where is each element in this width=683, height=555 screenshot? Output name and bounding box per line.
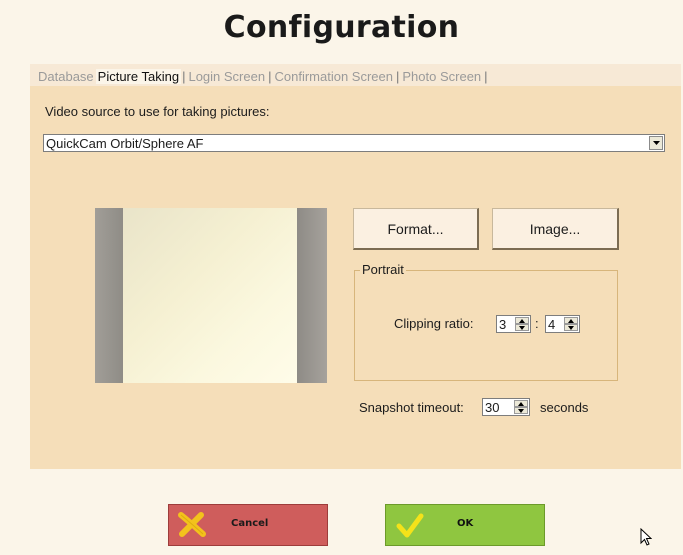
video-source-value: QuickCam Orbit/Sphere AF <box>46 136 204 151</box>
tab-login-screen[interactable]: Login Screen <box>186 69 267 84</box>
ok-label: OK <box>457 518 474 529</box>
snapshot-timeout-label: Snapshot timeout: <box>359 400 464 415</box>
spinner-arrows[interactable] <box>514 400 528 414</box>
snapshot-timeout-value: 30 <box>485 400 500 415</box>
tab-separator: | <box>484 68 488 84</box>
clipping-ratio-height-value: 4 <box>548 317 556 332</box>
preview-right-margin <box>297 208 327 383</box>
spinner-arrows[interactable] <box>515 317 529 331</box>
spin-down-icon[interactable] <box>514 407 528 414</box>
page-title: Configuration <box>223 10 460 45</box>
check-icon <box>396 513 424 542</box>
spin-down-icon[interactable] <box>564 324 578 331</box>
cancel-label: Cancel <box>231 518 269 529</box>
format-button[interactable]: Format... <box>353 208 479 250</box>
tab-confirmation-screen[interactable]: Confirmation Screen <box>272 69 395 84</box>
tab-photo-screen[interactable]: Photo Screen <box>400 69 483 84</box>
spin-up-icon[interactable] <box>564 317 578 324</box>
cancel-button[interactable]: Cancel <box>168 504 328 546</box>
preview-left-margin <box>95 208 123 383</box>
camera-preview <box>95 208 327 383</box>
video-source-label: Video source to use for taking pictures: <box>45 104 270 119</box>
video-source-select[interactable]: QuickCam Orbit/Sphere AF <box>43 134 665 152</box>
spinner-arrows[interactable] <box>564 317 578 331</box>
portrait-group-title: Portrait <box>360 262 406 277</box>
snapshot-timeout-spinner[interactable]: 30 <box>482 398 530 416</box>
ok-button[interactable]: OK <box>385 504 545 546</box>
snapshot-timeout-unit: seconds <box>540 400 589 415</box>
image-button[interactable]: Image... <box>492 208 619 250</box>
mouse-pointer-icon <box>640 527 653 550</box>
chevron-down-icon[interactable] <box>649 136 663 150</box>
clipping-ratio-height-spinner[interactable]: 4 <box>545 315 580 333</box>
clipping-ratio-width-spinner[interactable]: 3 <box>496 315 531 333</box>
tab-bar: Database Picture Taking | Login Screen |… <box>36 67 489 85</box>
clipping-ratio-width-value: 3 <box>499 317 507 332</box>
x-icon <box>177 512 207 541</box>
spin-up-icon[interactable] <box>514 400 528 407</box>
spin-down-icon[interactable] <box>515 324 529 331</box>
preview-image <box>123 208 297 383</box>
ratio-separator: : <box>535 316 539 331</box>
tab-picture-taking[interactable]: Picture Taking <box>95 68 182 84</box>
spin-up-icon[interactable] <box>515 317 529 324</box>
clipping-ratio-label: Clipping ratio: <box>394 316 474 331</box>
tab-database[interactable]: Database <box>36 69 96 84</box>
